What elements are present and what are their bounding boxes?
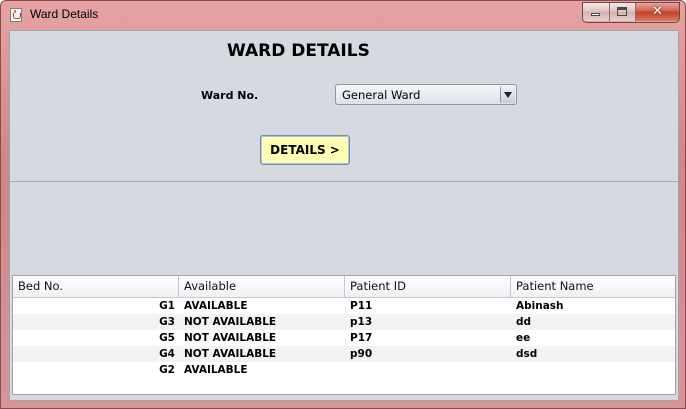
maximize-button[interactable] — [610, 3, 636, 21]
table-row[interactable]: G4 NOT AVAILABLE p90 dsd — [13, 346, 675, 362]
title-bar[interactable]: Ward Details ✕ — [1, 1, 685, 29]
minimize-icon — [591, 13, 600, 16]
content-panel: WARD DETAILS Ward No. General Ward DETAI… — [9, 30, 679, 401]
cell-bed-no: G5 — [159, 332, 175, 344]
cell-available: NOT AVAILABLE — [184, 332, 277, 344]
table-body: G1 AVAILABLE P11 Abinash G3 NOT AVAILABL… — [13, 298, 675, 378]
cell-patient-name: Abinash — [516, 300, 564, 312]
cell-patient-name: dsd — [516, 348, 538, 360]
close-icon: ✕ — [652, 4, 663, 19]
table-row[interactable]: G3 NOT AVAILABLE p13 dd — [13, 314, 675, 330]
cell-available: AVAILABLE — [184, 300, 248, 312]
column-header-patient-name[interactable]: Patient Name — [511, 276, 675, 297]
table-row[interactable]: G1 AVAILABLE P11 Abinash — [13, 298, 675, 314]
cell-patient-id: P17 — [350, 332, 373, 344]
cell-patient-id: p13 — [350, 316, 373, 328]
cell-bed-no: G3 — [159, 316, 175, 328]
ward-select[interactable]: General Ward — [335, 84, 517, 105]
ward-select-value: General Ward — [342, 88, 421, 102]
window-controls: ✕ — [582, 2, 680, 23]
table-row[interactable]: G2 AVAILABLE — [13, 362, 675, 378]
cell-bed-no: G4 — [159, 348, 175, 360]
maximize-icon — [617, 7, 627, 16]
column-header-available[interactable]: Available — [179, 276, 345, 297]
column-header-patient-id[interactable]: Patient ID — [345, 276, 511, 297]
cell-patient-id: p90 — [350, 348, 373, 360]
cell-patient-name: dd — [516, 316, 532, 328]
ward-no-label: Ward No. — [201, 89, 259, 102]
cell-patient-name: ee — [516, 332, 531, 344]
java-app-icon — [10, 8, 22, 22]
cell-patient-name — [511, 362, 675, 378]
cell-available: NOT AVAILABLE — [184, 316, 277, 328]
ward-table: Bed No. Available Patient ID Patient Nam… — [12, 275, 676, 395]
details-button[interactable]: DETAILS > — [260, 135, 350, 165]
page-title: WARD DETAILS — [227, 41, 370, 61]
window-title: Ward Details — [30, 7, 99, 21]
cell-available: AVAILABLE — [184, 364, 248, 376]
cell-patient-id: P11 — [350, 300, 373, 312]
form-panel: WARD DETAILS Ward No. General Ward DETAI… — [10, 31, 678, 182]
cell-bed-no: G2 — [159, 364, 175, 376]
minimize-button[interactable] — [583, 3, 610, 21]
cell-patient-id — [345, 362, 511, 378]
cell-available: NOT AVAILABLE — [184, 348, 277, 360]
chevron-down-icon[interactable] — [500, 86, 515, 103]
table-header: Bed No. Available Patient ID Patient Nam… — [13, 276, 675, 298]
table-row[interactable]: G5 NOT AVAILABLE P17 ee — [13, 330, 675, 346]
column-header-bed-no[interactable]: Bed No. — [13, 276, 179, 297]
window: Ward Details ✕ WARD DETAILS Ward No. Gen… — [0, 0, 686, 409]
close-button[interactable]: ✕ — [636, 3, 679, 21]
cell-bed-no: G1 — [159, 300, 175, 312]
